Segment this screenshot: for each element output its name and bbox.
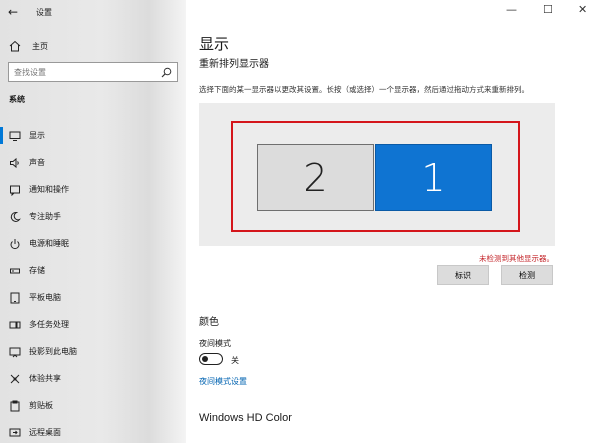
sidebar-item-display[interactable]: 显示: [0, 122, 186, 149]
moon-icon: [10, 211, 21, 222]
speaker-icon: [10, 157, 19, 168]
sidebar-item-label: 剪贴板: [29, 401, 53, 410]
hd-color-heading: Windows HD Color: [199, 412, 292, 424]
night-mode-settings-link[interactable]: 夜间模式设置: [199, 376, 247, 387]
sidebar-item-label: 远程桌面: [29, 428, 61, 437]
clipboard-icon: [10, 400, 20, 411]
rearrange-description: 选择下面的某一显示器以更改其设置。长按（或选择）一个显示器，然后通过拖动方式来重…: [199, 85, 529, 94]
rearrange-displays-heading: 重新排列显示器: [199, 59, 269, 70]
toggle-knob: [202, 355, 208, 362]
tablet-icon: [10, 292, 20, 303]
multitask-icon: [9, 321, 21, 328]
identify-button[interactable]: 标识: [437, 265, 489, 285]
sidebar-item-label: 投影到此电脑: [29, 347, 77, 356]
storage-icon: [10, 268, 20, 273]
night-mode-label: 夜间模式: [199, 339, 231, 348]
monitor-icon: [9, 131, 21, 141]
page-title: 显示: [199, 35, 230, 53]
main-content: 显示 重新排列显示器 选择下面的某一显示器以更改其设置。长按（或选择）一个显示器…: [186, 0, 600, 443]
section-title-system: 系统: [9, 95, 25, 104]
display-1-tile[interactable]: 1: [375, 144, 492, 211]
color-heading: 颜色: [199, 317, 219, 328]
power-icon: [10, 238, 20, 249]
night-mode-toggle[interactable]: [199, 353, 223, 365]
remote-desktop-icon: [9, 428, 21, 436]
sidebar-item-label: 专注助手: [29, 212, 61, 221]
sidebar-item-label: 通知和操作: [29, 185, 69, 194]
sidebar-item-project-to-pc[interactable]: 投影到此电脑: [0, 338, 186, 365]
sidebar-item-remote-desktop[interactable]: 远程桌面: [0, 419, 186, 443]
search-icon[interactable]: [161, 67, 172, 78]
night-mode-state: 关: [231, 356, 239, 365]
notification-icon: [10, 185, 20, 196]
sidebar-item-label: 声音: [29, 158, 45, 167]
titlebar: ← 设置: [0, 0, 186, 24]
sidebar-item-label: 平板电脑: [29, 293, 61, 302]
home-icon: [9, 40, 21, 52]
sidebar-item-clipboard[interactable]: 剪贴板: [0, 392, 186, 419]
sidebar-item-notifications[interactable]: 通知和操作: [0, 176, 186, 203]
share-icon: [10, 374, 20, 383]
back-arrow-icon[interactable]: ←: [8, 5, 18, 19]
sidebar-item-label: 显示: [29, 131, 45, 140]
search-box[interactable]: [8, 62, 178, 82]
display-2-tile[interactable]: 2: [257, 144, 374, 211]
home-nav-item[interactable]: 主页: [8, 39, 48, 53]
sidebar-item-storage[interactable]: 存储: [0, 257, 186, 284]
display-arrangement-area[interactable]: 2 1: [199, 103, 555, 246]
sidebar-item-label: 体验共享: [29, 374, 61, 383]
sidebar-item-label: 多任务处理: [29, 320, 69, 329]
sidebar-item-label: 电源和睡眠: [29, 239, 69, 248]
project-icon: [9, 347, 21, 357]
sidebar-item-shared-experiences[interactable]: 体验共享: [0, 365, 186, 392]
sidebar-item-label: 存储: [29, 266, 45, 275]
no-display-detected-warning: 未检测到其他显示器。: [479, 254, 554, 263]
sidebar-item-power-sleep[interactable]: 电源和睡眠: [0, 230, 186, 257]
window-title: 设置: [36, 8, 52, 17]
sidebar-item-focus-assist[interactable]: 专注助手: [0, 203, 186, 230]
sidebar-item-multitasking[interactable]: 多任务处理: [0, 311, 186, 338]
sidebar-item-tablet[interactable]: 平板电脑: [0, 284, 186, 311]
detect-button[interactable]: 检测: [501, 265, 553, 285]
sidebar-item-sound[interactable]: 声音: [0, 149, 186, 176]
search-input[interactable]: [9, 63, 149, 81]
sidebar-nav: 显示 声音 通知和操作 专注助手 电源和睡眠 存储 平板电脑 多任务处理 投影到…: [0, 122, 186, 443]
home-label: 主页: [32, 41, 48, 51]
sidebar: ← 设置 主页 系统 显示 声音 通知和操作 专注助手: [0, 0, 186, 443]
